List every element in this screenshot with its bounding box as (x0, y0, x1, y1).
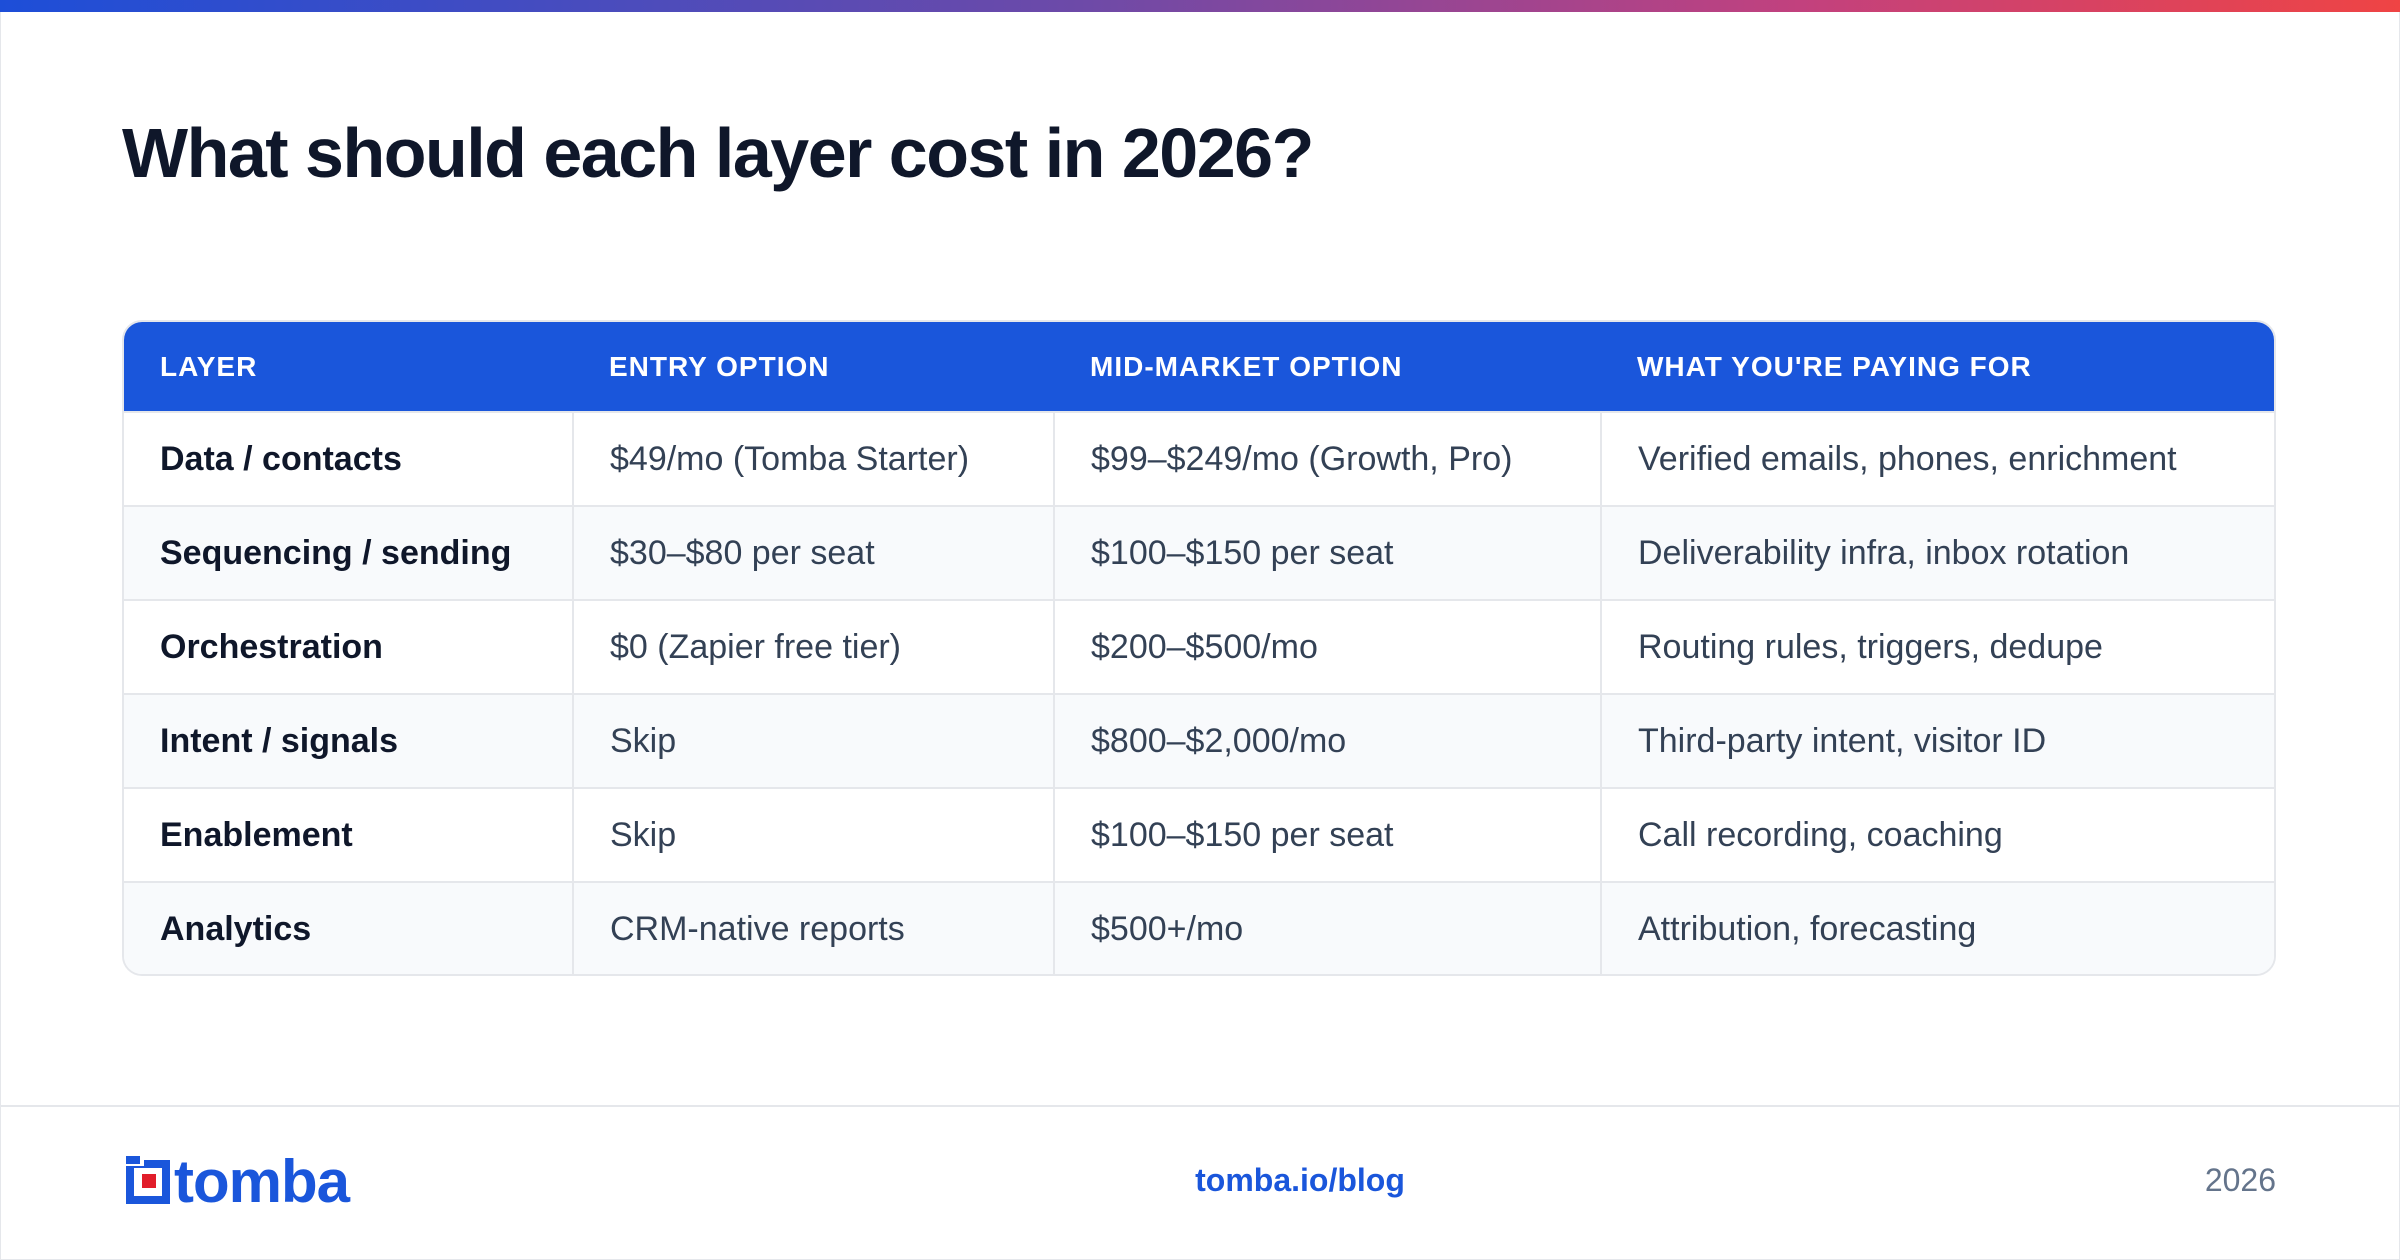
blog-link[interactable]: tomba.io/blog (1100, 1162, 1500, 1199)
cell-paying-for: Attribution, forecasting (1600, 881, 2274, 974)
tomba-logo: tomba (122, 1148, 350, 1215)
logo-wordmark: tomba (174, 1148, 350, 1215)
cell-layer: Sequencing / sending (124, 505, 573, 600)
gradient-top-bar (0, 0, 2400, 12)
cell-paying-for: Deliverability infra, inbox rotation (1600, 505, 2274, 600)
header-entry-option: ENTRY OPTION (609, 350, 830, 382)
cell-layer: Analytics (124, 881, 573, 974)
cell-layer: Intent / signals (124, 693, 573, 788)
tomba-logo-icon (122, 1156, 170, 1204)
cell-entry: $30–$80 per seat (572, 505, 1054, 600)
table-row: Intent / signals Skip $800–$2,000/mo Thi… (124, 693, 2274, 788)
cell-mid-market: $200–$500/mo (1053, 599, 1601, 694)
header-layer: LAYER (160, 350, 258, 382)
table-row: Orchestration $0 (Zapier free tier) $200… (124, 599, 2274, 694)
table-row: Sequencing / sending $30–$80 per seat $1… (124, 505, 2274, 600)
cell-layer: Orchestration (124, 599, 573, 694)
cell-mid-market: $800–$2,000/mo (1053, 693, 1601, 788)
cell-mid-market: $500+/mo (1053, 881, 1601, 974)
header-what-youre-paying-for: WHAT YOU'RE PAYING FOR (1637, 350, 2032, 382)
cell-mid-market: $100–$150 per seat (1053, 505, 1601, 600)
cell-paying-for: Routing rules, triggers, dedupe (1600, 599, 2274, 694)
pricing-table: LAYER ENTRY OPTION MID-MARKET OPTION WHA… (122, 320, 2276, 976)
table-header-row: LAYER ENTRY OPTION MID-MARKET OPTION WHA… (124, 322, 2274, 412)
cell-entry: CRM-native reports (572, 881, 1054, 974)
cell-entry: $0 (Zapier free tier) (572, 599, 1054, 694)
table-row: Analytics CRM-native reports $500+/mo At… (124, 881, 2274, 974)
cell-layer: Data / contacts (124, 411, 573, 506)
footer-year: 2026 (2204, 1162, 2276, 1198)
footer-divider (0, 1105, 2400, 1107)
cell-paying-for: Third-party intent, visitor ID (1600, 693, 2274, 788)
cell-layer: Enablement (124, 787, 573, 882)
cell-entry: Skip (572, 787, 1054, 882)
cell-mid-market: $99–$249/mo (Growth, Pro) (1053, 411, 1601, 506)
cell-paying-for: Verified emails, phones, enrichment (1600, 411, 2274, 506)
cell-paying-for: Call recording, coaching (1600, 787, 2274, 882)
cell-mid-market: $100–$150 per seat (1053, 787, 1601, 882)
table-row: Data / contacts $49/mo (Tomba Starter) $… (124, 411, 2274, 506)
page-title: What should each layer cost in 2026? (122, 114, 1314, 192)
table-row: Enablement Skip $100–$150 per seat Call … (124, 787, 2274, 882)
cell-entry: $49/mo (Tomba Starter) (572, 411, 1054, 506)
header-mid-market-option: MID-MARKET OPTION (1090, 350, 1403, 382)
cell-entry: Skip (572, 693, 1054, 788)
